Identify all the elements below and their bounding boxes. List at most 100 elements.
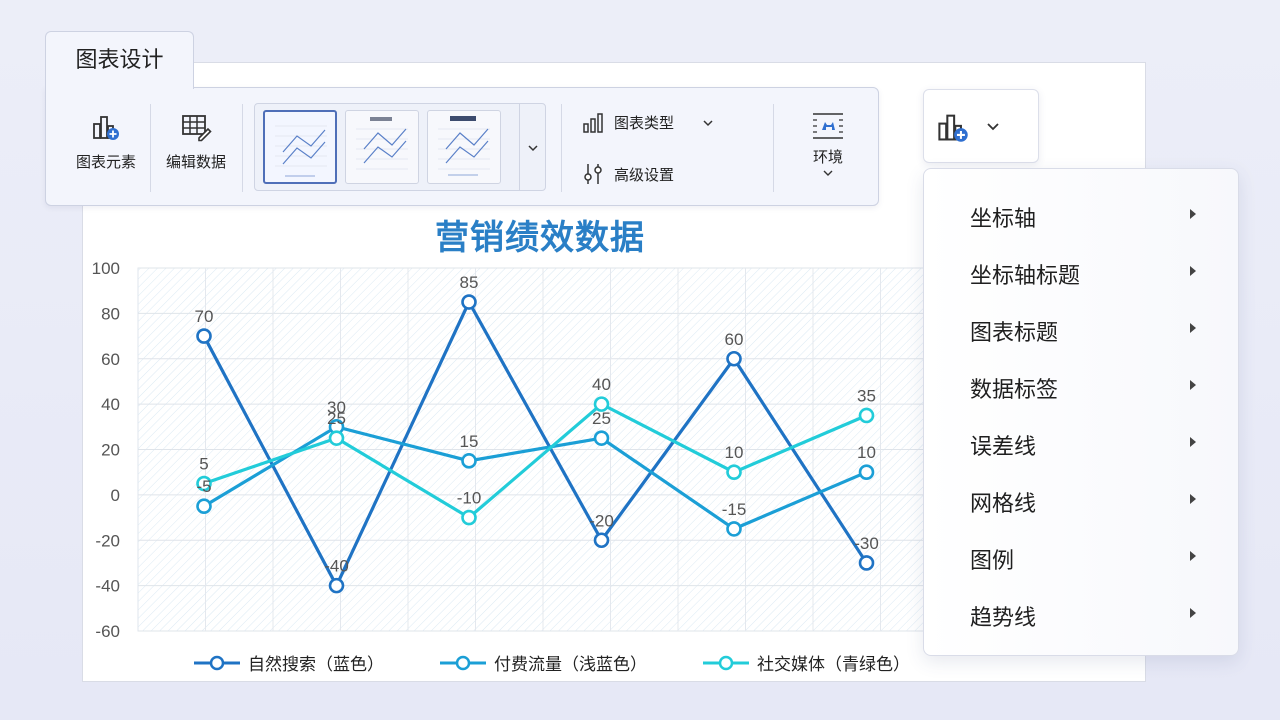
data-point[interactable] <box>461 294 477 310</box>
data-label: -20 <box>589 511 614 530</box>
chart-style-thumbnail-1[interactable] <box>263 110 337 184</box>
data-point[interactable] <box>461 509 477 526</box>
data-label: 60 <box>725 330 744 349</box>
menu-item-axis-titles[interactable]: 坐标轴标题 <box>924 244 1240 301</box>
chart-style-thumbnail-2[interactable] <box>345 110 419 184</box>
menu-item-trendline[interactable]: 趋势线 <box>924 586 1240 643</box>
chart-style-preview <box>356 117 408 170</box>
data-label: -10 <box>457 489 482 508</box>
chart-design-ribbon: 图表元素 编辑数据 图表类型 高级设置 环境 <box>45 87 879 206</box>
y-tick-label: 0 <box>111 486 120 505</box>
menu-item-label: 网格线 <box>970 492 1037 517</box>
add-chart-element-icon <box>938 114 968 142</box>
data-label: 35 <box>857 386 876 405</box>
data-point[interactable] <box>858 407 875 424</box>
data-point[interactable] <box>196 498 212 515</box>
data-point[interactable] <box>196 328 212 344</box>
data-label: 25 <box>592 409 611 428</box>
data-label: 10 <box>857 443 876 462</box>
chevron-right-icon <box>1190 380 1196 390</box>
line-chart[interactable]: 100 80 60 40 20 0 -20 -40 -60 70 -40 85 -20 60 -30 -5 3… <box>82 250 962 645</box>
menu-item-axes[interactable]: 坐标轴 <box>924 187 1240 244</box>
edit-data-label: 编辑数据 <box>165 153 226 171</box>
chevron-right-icon <box>1190 551 1196 561</box>
data-point[interactable] <box>328 430 345 446</box>
data-label: -15 <box>722 500 747 519</box>
chart-style-gallery <box>254 103 546 191</box>
environment-button[interactable]: 环境 <box>790 110 866 177</box>
gallery-expand-button[interactable] <box>519 104 545 190</box>
data-point[interactable] <box>726 521 742 537</box>
chevron-right-icon <box>1190 323 1196 333</box>
chevron-right-icon <box>1190 266 1196 276</box>
y-tick-label: -60 <box>95 622 120 641</box>
advanced-settings-label: 高级设置 <box>614 165 675 184</box>
data-label: 10 <box>725 443 744 462</box>
legend-marker-organic <box>194 655 240 670</box>
data-label: 40 <box>592 375 611 394</box>
legend-item-organic[interactable]: 自然搜索（蓝色） <box>194 650 384 675</box>
chart-type-label: 图表类型 <box>614 114 675 132</box>
legend-marker-social <box>703 655 749 670</box>
y-tick-label: -40 <box>95 577 120 596</box>
menu-item-label: 图例 <box>970 549 1015 574</box>
data-label: 25 <box>327 409 346 428</box>
legend-label-organic: 自然搜索（蓝色） <box>248 655 384 675</box>
data-label: 15 <box>460 432 479 451</box>
ribbon-separator <box>150 104 151 192</box>
legend-item-paid[interactable]: 付费流量（浅蓝色） <box>440 650 647 675</box>
data-point[interactable] <box>858 464 875 480</box>
sliders-icon <box>584 164 602 184</box>
advanced-settings-button[interactable]: 高级设置 <box>582 162 674 186</box>
chart-style-thumbnail-3[interactable] <box>427 110 501 184</box>
add-chart-element-quick-button[interactable] <box>923 89 1039 163</box>
y-tick-label: 40 <box>101 395 120 414</box>
chevron-down-icon <box>987 123 999 131</box>
legend-label-social: 社交媒体（青绿色） <box>757 655 910 675</box>
environment-label: 环境 <box>812 148 843 166</box>
add-chart-element-button[interactable]: 图表元素 <box>68 112 144 172</box>
data-point[interactable] <box>593 532 610 549</box>
chart-elements-menu: 坐标轴 坐标轴标题 图表标题 数据标签 误差线 网格线 图例 趋势线 <box>923 168 1239 656</box>
chevron-right-icon <box>1190 209 1196 219</box>
menu-item-label: 误差线 <box>970 435 1037 460</box>
menu-item-label: 数据标签 <box>970 378 1059 403</box>
chart-legend: 自然搜索（蓝色） 付费流量（浅蓝色） 社交媒体（青绿色） <box>194 650 910 675</box>
menu-item-legend[interactable]: 图例 <box>924 529 1240 586</box>
menu-item-label: 图表标题 <box>970 321 1059 346</box>
data-label: 70 <box>195 307 214 326</box>
menu-item-gridlines[interactable]: 网格线 <box>924 472 1240 529</box>
edit-data-button[interactable]: 编辑数据 <box>158 112 234 172</box>
data-point[interactable] <box>328 577 345 594</box>
ribbon-separator <box>242 104 243 192</box>
data-label: -30 <box>854 534 879 553</box>
ribbon-separator <box>561 104 562 192</box>
menu-item-chart-title[interactable]: 图表标题 <box>924 301 1240 358</box>
chart-type-button[interactable]: 图表类型 <box>582 112 714 133</box>
data-point[interactable] <box>858 555 875 571</box>
y-tick-label: 100 <box>92 259 120 278</box>
data-point[interactable] <box>461 453 477 469</box>
environment-icon <box>813 113 843 139</box>
add-chart-element-label: 图表元素 <box>75 153 136 171</box>
ribbon-separator <box>773 104 774 192</box>
legend-item-social[interactable]: 社交媒体（青绿色） <box>703 650 910 675</box>
chart-style-preview <box>275 125 327 177</box>
data-label: 85 <box>460 273 479 292</box>
chevron-right-icon <box>1190 494 1196 504</box>
y-tick-label: 80 <box>101 304 120 323</box>
data-label: -40 <box>324 557 349 576</box>
bar-chart-icon <box>583 112 603 133</box>
menu-item-error-bars[interactable]: 误差线 <box>924 415 1240 472</box>
menu-item-label: 坐标轴标题 <box>970 264 1081 289</box>
data-point[interactable] <box>726 350 742 367</box>
tab-chart-design[interactable]: 图表设计 <box>45 31 194 89</box>
menu-item-label: 趋势线 <box>970 606 1037 631</box>
legend-marker-paid <box>440 655 486 670</box>
menu-item-data-labels[interactable]: 数据标签 <box>924 358 1240 415</box>
data-point[interactable] <box>726 464 742 480</box>
data-point[interactable] <box>593 430 610 446</box>
chevron-down-icon <box>703 119 713 126</box>
chevron-right-icon <box>1190 608 1196 618</box>
edit-data-icon <box>182 115 212 142</box>
